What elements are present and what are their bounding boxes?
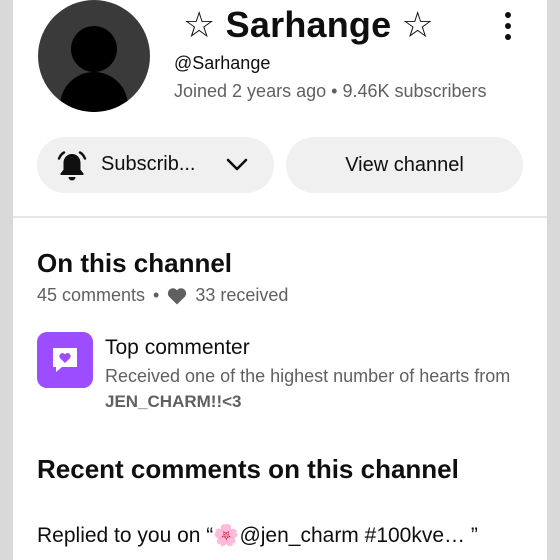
flower-emoji: 🌸 — [213, 524, 240, 547]
top-commenter-title: Top commenter — [105, 336, 250, 359]
chevron-down-icon — [226, 158, 248, 171]
kebab-menu-icon[interactable] — [495, 10, 519, 42]
channel-meta: Joined 2 years ago • 9.46K subscribers — [174, 81, 487, 102]
heart-message-icon — [37, 332, 93, 388]
subscribed-button[interactable]: Subscrib... — [37, 137, 274, 193]
kebab-dot — [505, 23, 511, 29]
top-commenter-description: Received one of the highest number of he… — [105, 366, 511, 386]
on-channel-title: On this channel — [37, 248, 233, 278]
reply-prefix: Replied to you on “ — [37, 524, 214, 547]
recent-comments-title: Recent comments on this channel — [37, 454, 459, 484]
view-channel-button[interactable]: View channel — [286, 137, 523, 193]
joined-text: Joined 2 years ago — [174, 81, 327, 101]
subscribe-label: Subscrib... — [101, 153, 196, 175]
channel-name: ☆ Sarhange ☆ — [183, 4, 435, 45]
subscriber-count: 9.46K subscribers — [342, 81, 487, 101]
comment-count: 45 comments — [37, 285, 146, 305]
reply-suffix: ” — [465, 524, 478, 547]
view-channel-label: View channel — [345, 153, 464, 176]
badge-glyph — [53, 348, 77, 372]
avatar-head — [71, 26, 117, 72]
channel-popup-card: ☆ Sarhange ☆ @Sarhange Joined 2 years ag… — [13, 0, 547, 560]
reply-video-title: @jen_charm #100kve… — [239, 524, 466, 547]
kebab-dot — [505, 34, 511, 40]
top-commenter-user: JEN_CHARM!!<3 — [105, 392, 242, 411]
section-divider — [13, 216, 547, 218]
hearts-received: 33 received — [195, 285, 289, 305]
channel-avatar[interactable] — [38, 0, 150, 112]
bell-icon — [57, 151, 87, 181]
kebab-dot — [505, 12, 511, 18]
avatar-body — [60, 72, 128, 112]
heart-icon — [168, 287, 187, 304]
meta-separator: • — [331, 81, 338, 101]
stats-separator: • — [153, 285, 160, 305]
channel-handle: @Sarhange — [174, 53, 271, 73]
channel-stats: 45 comments • 33 received — [37, 285, 288, 306]
reply-item[interactable]: Replied to you on “🌸@jen_charm #100kve… … — [37, 524, 478, 548]
